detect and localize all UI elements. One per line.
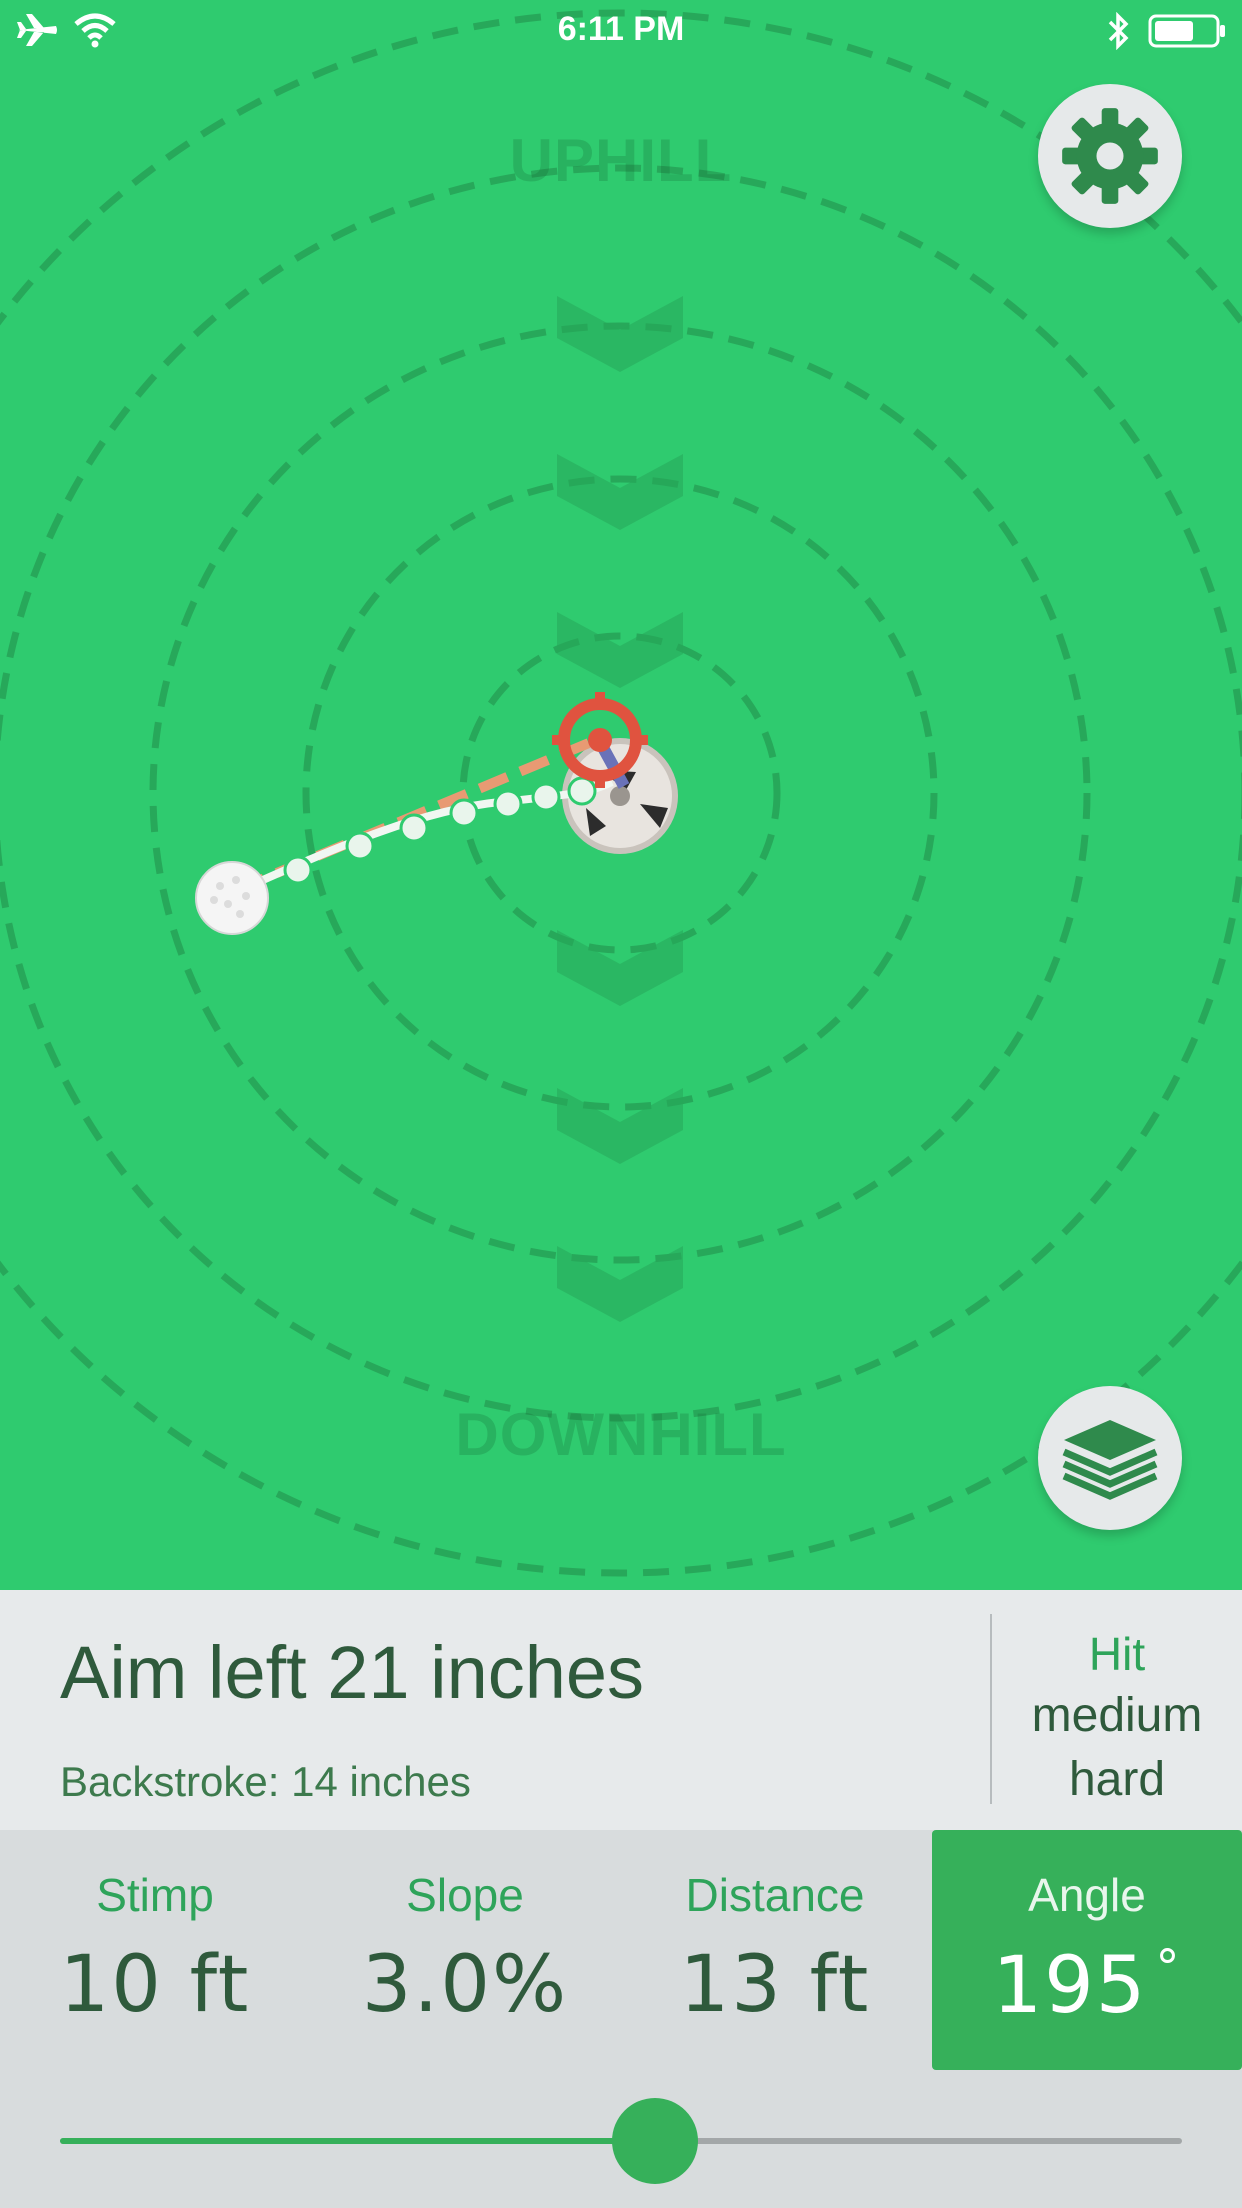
slope-chevron-1 [557, 296, 683, 372]
hit-strength-line2: hard [1068, 1753, 1166, 1806]
golf-ball-icon[interactable] [195, 861, 269, 935]
slope-chevron-5 [557, 1088, 683, 1164]
path-marker [531, 782, 561, 812]
backstroke-text: Backstroke: 14 inches [60, 1758, 471, 1805]
path-marker [345, 831, 375, 861]
hit-strength-line1: medium [1031, 1689, 1203, 1742]
distance-value: 13 ft [679, 1940, 871, 2030]
slope-chevron-2 [557, 454, 683, 530]
path-marker [493, 789, 523, 819]
hit-strength-box: Hit medium hard [992, 1624, 1242, 1812]
slope-tab[interactable]: Slope 3.0% [310, 1830, 620, 2070]
angle-tab[interactable]: Angle 195 ° [932, 1830, 1242, 2070]
slope-value: 3.0% [361, 1940, 569, 2030]
distance-tab[interactable]: Distance 13 ft [620, 1830, 930, 2070]
slope-chevron-4 [557, 930, 683, 1006]
aim-instruction: Aim left 21 inches [60, 1631, 645, 1714]
stimp-tab[interactable]: Stimp 10 ft [0, 1830, 310, 2070]
layers-icon [1062, 1420, 1158, 1500]
path-marker [567, 776, 597, 806]
angle-label: Angle [1028, 1869, 1146, 1921]
angle-value-row: 195 ° [932, 1940, 1242, 2031]
putt-parameters-panel: Stimp 10 ft Slope 3.0% Distance 13 ft An… [0, 1830, 1242, 2208]
angle-value: 195 [992, 1941, 1148, 2031]
gear-icon [1062, 108, 1158, 204]
battery-icon [1148, 14, 1225, 48]
bluetooth-icon [1108, 12, 1129, 50]
green-field-graphic [0, 9, 1242, 1577]
distance-label: Distance [685, 1869, 865, 1921]
stimp-value: 10 ft [59, 1940, 251, 2030]
path-marker [449, 798, 479, 828]
angle-slider-fill [60, 2138, 655, 2144]
slope-chevron-3 [557, 612, 683, 688]
status-bar: 6:11 PM [0, 0, 1242, 60]
status-time: 6:11 PM [557, 10, 685, 48]
hit-label: Hit [1088, 1628, 1146, 1680]
stimp-label: Stimp [96, 1869, 214, 1921]
slope-label: Slope [406, 1869, 524, 1921]
putting-green-view[interactable]: UPHILL DOWNHILL [0, 0, 1242, 1590]
path-markers [283, 776, 597, 885]
angle-unit: ° [1155, 1940, 1182, 1996]
settings-button[interactable] [1038, 84, 1182, 228]
path-marker [399, 813, 429, 843]
layers-button[interactable] [1038, 1386, 1182, 1530]
angle-slider-thumb[interactable] [611, 2098, 698, 2184]
path-marker [283, 855, 313, 885]
putt-result-panel: Aim left 21 inches Backstroke: 14 inches… [0, 1590, 1242, 1830]
